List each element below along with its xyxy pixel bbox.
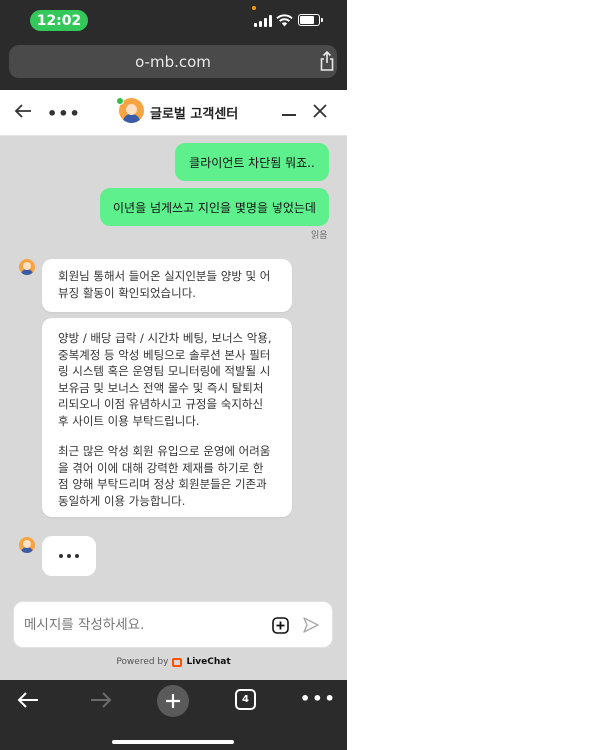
tabs-icon[interactable]: 4	[235, 689, 256, 710]
message-line: 을 겪어 이에 대해 강력한 제재를 하기로 한	[58, 460, 264, 475]
close-icon[interactable]	[311, 102, 329, 120]
livechat-icon	[172, 657, 183, 667]
new-tab-button[interactable]	[157, 685, 189, 717]
message-line: 양방 / 배당 급락 / 시간차 베팅, 보너스 악용,	[58, 331, 272, 345]
typing-indicator	[42, 536, 96, 576]
forward-arrow-icon[interactable]	[90, 690, 112, 710]
minimize-icon[interactable]	[282, 114, 296, 116]
privacy-indicator-dot	[252, 6, 256, 10]
message-line: 보유금 및 보너스 전액 몰수 및 즉시 탈퇴처	[58, 380, 264, 395]
send-icon[interactable]	[302, 616, 320, 634]
browser-address-area: o-mb.com	[0, 40, 347, 90]
outgoing-message: 이년을 넘게쓰고 지인을 몇명을 넣었는데	[100, 188, 329, 226]
menu-more-icon[interactable]: •••	[300, 689, 337, 708]
chat-header: ••• 글로벌 고객센터	[0, 90, 347, 136]
message-line: 리되오니 이점 유념하시고 규정을 숙지하신	[58, 397, 264, 411]
powered-by: Powered by LiveChat	[0, 657, 347, 667]
message-line: 동일하게 이용 가능합니다.	[58, 493, 186, 508]
message-text: 이년을 넘게쓰고 지인을 몇명을 넣었는데	[113, 200, 316, 215]
outgoing-message: 클라이언트 차단됨 뭐죠..	[175, 143, 329, 181]
phone-screen: 12:02 o-mb.com ••• 글로벌 고객센터 클라이언트 차단됨 뭐죠…	[0, 0, 347, 750]
message-line: 뷰징 활동이 확인되었습니다.	[58, 285, 196, 300]
status-time: 12:02	[30, 10, 88, 31]
wifi-icon	[276, 14, 293, 27]
agent-avatar-small	[19, 537, 35, 553]
more-icon[interactable]: •••	[47, 104, 81, 123]
incoming-message: 회원님 통해서 들어온 실지인분들 양방 및 어 뷰징 활동이 확인되었습니다.	[42, 259, 292, 312]
back-arrow-icon[interactable]	[17, 690, 39, 710]
share-icon[interactable]	[319, 50, 335, 72]
address-bar[interactable]: o-mb.com	[9, 45, 337, 78]
chat-title: 글로벌 고객센터	[150, 107, 239, 122]
message-line: 후 사이트 이용 부탁드립니다.	[58, 413, 200, 428]
new-tab-plus-icon	[166, 694, 180, 708]
message-composer	[13, 601, 333, 648]
message-line: 최근 많은 악성 회원 유입으로 운영에 어려움	[58, 444, 271, 458]
message-line: 링 시스템 혹은 운영팀 모니터링에 적발될 시	[58, 364, 271, 378]
message-line: 점 양해 부탁드리며 정상 회원분들은 기존과	[58, 477, 267, 491]
url-text: o-mb.com	[135, 52, 211, 71]
status-bar: 12:02	[0, 0, 347, 40]
incoming-message: 양방 / 배당 급락 / 시간차 베팅, 보너스 악용, 중복계정 등 악성 베…	[42, 318, 292, 517]
home-indicator	[112, 740, 234, 744]
attach-plus-icon[interactable]	[272, 617, 289, 634]
read-receipt: 읽음	[311, 231, 328, 241]
message-text: 클라이언트 차단됨 뭐죠..	[189, 155, 315, 170]
message-line: 중복계정 등 악성 베팅으로 솔루션 본사 필터	[58, 347, 271, 362]
agent-avatar-small	[19, 259, 35, 275]
battery-icon	[298, 14, 323, 26]
cellular-signal-icon	[254, 15, 272, 27]
message-input[interactable]	[24, 602, 264, 647]
message-line: 회원님 통해서 들어온 실지인분들 양방 및 어	[58, 269, 271, 283]
online-status-dot	[116, 97, 124, 105]
powered-by-text: Powered by	[116, 657, 169, 667]
back-arrow-icon[interactable]	[14, 103, 32, 119]
livechat-brand[interactable]: LiveChat	[186, 657, 230, 667]
